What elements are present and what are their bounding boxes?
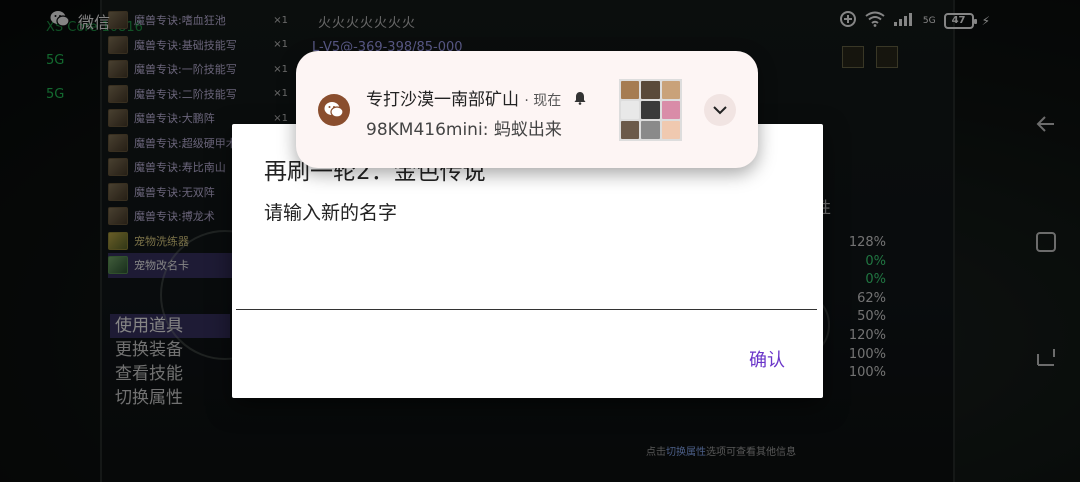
expand-button[interactable] [704, 94, 736, 126]
notification-body: 98KM416mini: 蚂蚁出来 [366, 115, 562, 140]
name-input[interactable] [236, 274, 817, 310]
notification-time: · 现在 [524, 93, 562, 109]
heads-up-notification[interactable]: 专打沙漠一南部矿山 · 现在 98KM416mini: 蚂蚁出来 [296, 51, 758, 168]
group-avatar-icon [619, 79, 682, 141]
notification-sender: 98KM416mini [366, 120, 483, 140]
notification-title: 专打沙漠一南部矿山 [366, 90, 519, 110]
chevron-down-icon [713, 106, 727, 115]
confirm-button[interactable]: 确认 [749, 346, 785, 372]
dialog-message: 请输入新的名字 [264, 202, 398, 224]
bell-icon [573, 90, 587, 110]
wechat-app-icon [318, 94, 350, 126]
notification-message: : 蚂蚁出来 [482, 120, 562, 140]
notification-title-row: 专打沙漠一南部矿山 · 现在 [366, 85, 587, 110]
